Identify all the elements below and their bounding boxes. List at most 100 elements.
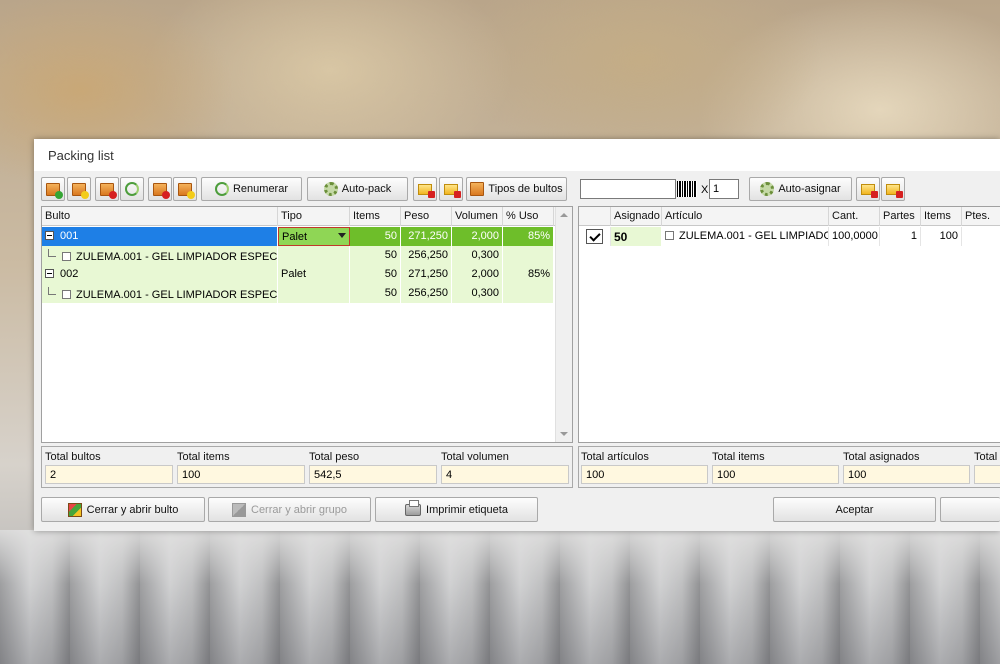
box-delete-all-icon [178,182,195,199]
tree-line-icon [48,287,56,295]
folder-remove-right-button[interactable] [856,177,880,201]
col-volumen[interactable]: Volumen [452,207,503,226]
col-peso[interactable]: Peso [401,207,452,226]
cant-cell: 100,0000 [829,227,880,246]
tipo-dropdown[interactable]: Palet [278,227,350,246]
assigned-checkbox[interactable] [586,229,603,244]
ptes-cell [962,227,1000,246]
col-uso[interactable]: % Uso [503,207,554,226]
total-items-value: 100 [177,465,305,484]
table-row[interactable]: 50 ZULEMA.001 - GEL LIMPIADOR 100,0000 1… [579,227,1000,246]
partes-cell: 1 [880,227,921,246]
peso-cell: 256,250 [401,284,452,303]
folder-remove-icon [861,183,878,198]
table-row[interactable]: ZULEMA.001 - GEL LIMPIADOR ESPECIAL 50 2… [42,246,572,265]
barcode-icon [677,181,697,197]
peso-cell: 271,250 [401,227,452,246]
refresh-bulto-button[interactable] [120,177,144,201]
cerrar-abrir-grupo-button[interactable]: Cerrar y abrir grupo [208,497,371,522]
tipo-cell[interactable]: Palet [278,265,350,284]
multiplier-label: X [701,184,709,196]
volumen-cell: 2,000 [452,227,503,246]
col-partes[interactable]: Partes [880,207,921,226]
asignado-cell[interactable]: 50 [611,227,662,246]
remove-bulto-button[interactable] [95,177,119,201]
col-cant[interactable]: Cant. [829,207,880,226]
table-row[interactable]: 002 Palet 50 271,250 2,000 85% [42,265,572,284]
item-icon [62,290,71,299]
total-volumen-label: Total volumen [441,451,509,463]
barcode-input[interactable] [580,179,676,199]
col-tipo[interactable]: Tipo [278,207,350,226]
packing-list-window: Packing list Renumerar Auto-pack Tipos d… [34,139,1000,531]
uso-cell [503,246,554,265]
scroll-up-icon[interactable] [560,213,568,217]
cancelar-button[interactable] [940,497,1000,522]
total-peso-label: Total peso [309,451,360,463]
add-bulto-button[interactable] [41,177,65,201]
cube-icon [232,502,246,517]
scroll-down-icon[interactable] [560,432,568,436]
col-articulo[interactable]: Artículo [662,207,829,226]
folder-add-icon [444,183,461,198]
peso-cell: 256,250 [401,246,452,265]
uso-cell [503,284,554,303]
add-group-button[interactable] [67,177,91,201]
box-icon [470,182,485,196]
table-row[interactable]: ZULEMA.001 - GEL LIMPIADOR ESPECIAL 50 2… [42,284,572,303]
total-articulos-label: Total artículos [581,451,649,463]
folder-add-button[interactable] [439,177,463,201]
item-icon [62,252,71,261]
bulto-cell[interactable]: 002 [42,265,278,284]
printer-icon [405,499,422,516]
folder-remove-button[interactable] [413,177,437,201]
volumen-cell: 0,300 [452,284,503,303]
vertical-scrollbar[interactable] [555,207,572,442]
tree-line-icon [48,249,56,257]
collapse-icon[interactable] [45,269,54,278]
item-icon [665,231,674,240]
assign-checkbox-cell[interactable] [579,227,611,246]
window-title: Packing list [48,148,114,163]
right-totals-panel: Total artículos 100 Total items 100 Tota… [578,446,1000,488]
col-items[interactable]: Items [350,207,401,226]
chevron-down-icon [338,233,346,238]
folder-add-right-button[interactable] [881,177,905,201]
total-asignados-label: Total asignados [843,451,920,463]
table-row[interactable]: 001 Palet 50 271,250 2,000 85% [42,227,572,246]
col-bulto[interactable]: Bulto [42,207,278,226]
col-items[interactable]: Items [921,207,962,226]
articulo-cell: ZULEMA.001 - GEL LIMPIADOR [662,227,829,246]
total-articulos-value: 100 [581,465,708,484]
col-ptes[interactable]: Ptes. [962,207,1000,226]
items-cell: 50 [350,246,401,265]
uso-cell: 85% [503,265,554,284]
col-check[interactable] [579,207,611,226]
renumber-icon [214,182,229,196]
box-add-icon [46,182,63,199]
quantity-input[interactable]: 1 [709,179,739,199]
articulos-grid: Asignado Artículo Cant. Partes Items Pte… [578,206,1000,443]
total-bultos-label: Total bultos [45,451,101,463]
bulto-cell[interactable]: 001 [42,227,278,246]
volumen-cell: 0,300 [452,246,503,265]
items-cell: 100 [921,227,962,246]
peso-cell: 271,250 [401,265,452,284]
article-cell: ZULEMA.001 - GEL LIMPIADOR ESPECIAL [42,284,278,303]
delete-bulto-button[interactable] [148,177,172,201]
items-cell: 50 [350,227,401,246]
auto-asignar-button[interactable]: Auto-asignar [749,177,852,201]
articulos-grid-header: Asignado Artículo Cant. Partes Items Pte… [579,207,1000,226]
cerrar-abrir-bulto-button[interactable]: Cerrar y abrir bulto [41,497,205,522]
folder-remove-icon [418,183,435,198]
autopack-button[interactable]: Auto-pack [307,177,408,201]
recycle-icon [125,182,139,196]
folder-add-icon [886,183,903,198]
renumerar-button[interactable]: Renumerar [201,177,302,201]
col-asignado[interactable]: Asignado [611,207,662,226]
aceptar-button[interactable]: Aceptar [773,497,936,522]
delete-all-button[interactable] [173,177,197,201]
tipos-bultos-button[interactable]: Tipos de bultos [466,177,567,201]
collapse-icon[interactable] [45,231,54,240]
imprimir-etiqueta-button[interactable]: Imprimir etiqueta [375,497,538,522]
